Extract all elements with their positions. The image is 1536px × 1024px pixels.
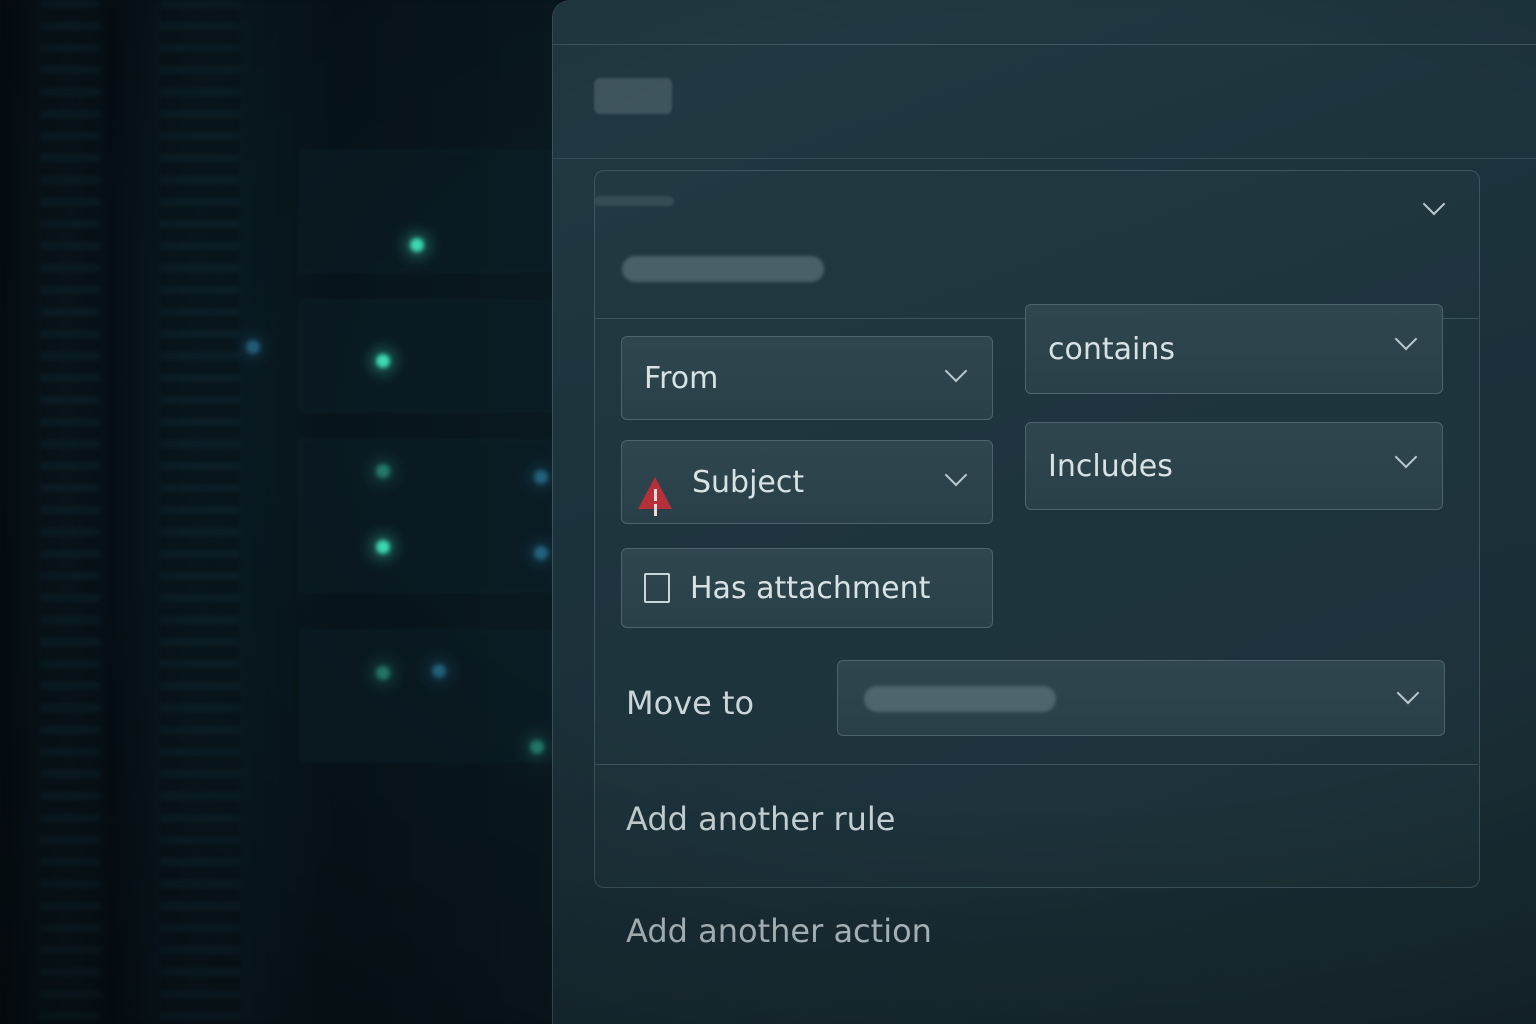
add-another-action-link[interactable]: Add another action — [626, 912, 932, 950]
panel-edge — [552, 44, 1536, 45]
header-divider — [552, 158, 1536, 159]
condition-operator-label: Includes — [1048, 448, 1173, 484]
rack-column — [160, 0, 240, 1024]
status-led — [376, 354, 390, 368]
chevron-down-icon — [944, 359, 968, 383]
status-led — [534, 470, 548, 484]
condition-field-label: From — [644, 360, 719, 396]
status-led — [376, 540, 390, 554]
header-placeholder — [594, 78, 672, 114]
has-attachment-label: Has attachment — [690, 570, 931, 606]
status-led — [376, 464, 390, 478]
has-attachment-option[interactable]: Has attachment — [621, 548, 993, 628]
rack-unit — [300, 440, 552, 592]
chevron-down-icon — [1396, 681, 1420, 705]
background-server-rack — [0, 0, 560, 1024]
condition-field-select[interactable]: From — [621, 336, 993, 420]
rack-unit — [300, 300, 552, 412]
warning-icon-mark — [654, 489, 657, 501]
folder-placeholder — [864, 686, 1056, 712]
status-led — [376, 666, 390, 680]
rule-name-placeholder — [622, 256, 824, 282]
has-attachment-checkbox[interactable] — [644, 573, 670, 603]
chevron-down-icon — [944, 463, 968, 487]
rack-unit — [300, 150, 552, 272]
add-another-rule-link[interactable]: Add another rule — [626, 800, 895, 838]
status-led — [410, 238, 424, 252]
status-led — [432, 664, 446, 678]
condition-operator-select[interactable]: contains — [1025, 304, 1443, 394]
condition-operator-select-includes[interactable]: Includes — [1025, 422, 1443, 510]
chevron-down-icon — [1394, 445, 1418, 469]
status-led — [246, 340, 260, 354]
condition-field-select-subject[interactable]: Subject — [621, 440, 993, 524]
move-to-label: Move to — [626, 684, 755, 722]
chevron-down-icon — [1394, 327, 1418, 351]
status-led — [534, 546, 548, 560]
rack-unit — [300, 630, 552, 762]
action-divider — [594, 764, 1478, 765]
rack-column — [40, 0, 100, 1024]
status-led — [530, 740, 544, 754]
condition-operator-label: contains — [1048, 331, 1175, 367]
